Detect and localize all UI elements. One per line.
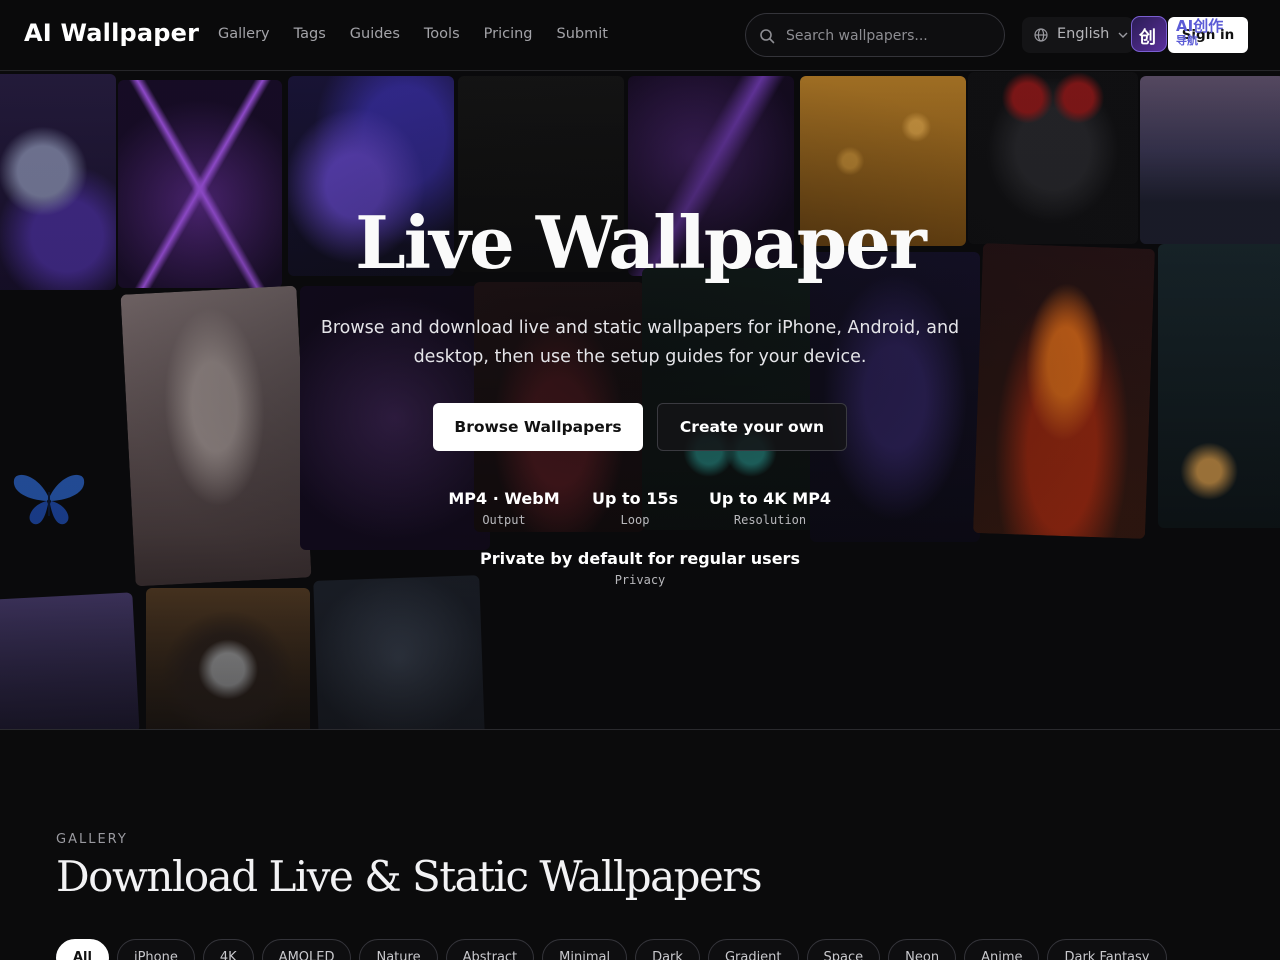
browse-wallpapers-button[interactable]: Browse Wallpapers [433, 403, 643, 451]
gallery-title: Download Live & Static Wallpapers [56, 852, 763, 901]
filter-chips: All iPhone 4K AMOLED Nature Abstract Min… [56, 939, 1167, 960]
filter-chip-abstract[interactable]: Abstract [445, 939, 535, 960]
stat-label: Resolution [733, 513, 807, 527]
filter-chip-neon[interactable]: Neon [888, 939, 957, 960]
stat-resolution: Up to 4K MP4 Resolution [700, 489, 840, 527]
filter-chip-space[interactable]: Space [806, 939, 881, 960]
watermark-icon-text: 创 [1139, 28, 1156, 48]
hero-subtitle: Browse and download live and static wall… [320, 318, 960, 367]
stat-label: Privacy [614, 573, 666, 587]
watermark-logo-icon: 创 [1131, 16, 1167, 52]
filter-chip-dark-fantasy[interactable]: Dark Fantasy [1047, 939, 1167, 960]
search-icon [760, 29, 775, 44]
filter-chip-all[interactable]: All [56, 939, 109, 960]
nav-link-tools[interactable]: Tools [424, 26, 460, 42]
filter-chip-anime[interactable]: Anime [964, 939, 1040, 960]
nav-links: Gallery Tags Guides Tools Pricing Submit [218, 26, 608, 42]
create-your-own-button[interactable]: Create your own [657, 403, 847, 451]
hero-section: Live Wallpaper Browse and download live … [0, 72, 1280, 730]
stat-privacy: Private by default for regular users Pri… [440, 549, 840, 587]
top-navbar: AI Wallpaper Gallery Tags Guides Tools P… [0, 0, 1280, 71]
search-box [745, 13, 1005, 57]
filter-chip-minimal[interactable]: Minimal [542, 939, 628, 960]
gallery-eyebrow: GALLERY [56, 832, 128, 847]
nav-link-pricing[interactable]: Pricing [484, 26, 533, 42]
hero-title: Live Wallpaper [355, 200, 927, 285]
language-selector[interactable]: English [1022, 17, 1134, 53]
language-label: English [1057, 26, 1110, 42]
stat-label: Loop [620, 513, 650, 527]
filter-chip-nature[interactable]: Nature [359, 939, 438, 960]
stat-output: MP4 · WebM Output [434, 489, 574, 527]
chevron-down-icon [1118, 32, 1128, 38]
hero-overlay [0, 72, 1280, 729]
globe-icon [1034, 28, 1048, 42]
filter-chip-dark[interactable]: Dark [635, 939, 700, 960]
search-input[interactable] [786, 24, 986, 48]
nav-link-tags[interactable]: Tags [294, 26, 326, 42]
watermark-text: AI创作 导航 [1176, 18, 1223, 47]
site-logo[interactable]: AI Wallpaper [24, 19, 199, 47]
nav-link-submit[interactable]: Submit [557, 26, 608, 42]
stat-value: Private by default for regular users [480, 549, 800, 568]
filter-chip-4k[interactable]: 4K [202, 939, 254, 960]
nav-link-guides[interactable]: Guides [350, 26, 400, 42]
stat-value: MP4 · WebM [448, 489, 560, 508]
nav-link-gallery[interactable]: Gallery [218, 26, 270, 42]
filter-chip-amoled[interactable]: AMOLED [261, 939, 352, 960]
filter-chip-gradient[interactable]: Gradient [707, 939, 799, 960]
watermark-line1: AI创作 [1176, 17, 1224, 35]
stat-value: Up to 15s [591, 489, 678, 508]
stat-loop: Up to 15s Loop [580, 489, 690, 527]
watermark-line2: 导航 [1176, 34, 1198, 47]
stat-value: Up to 4K MP4 [708, 489, 832, 508]
stat-label: Output [482, 513, 526, 527]
filter-chip-iphone[interactable]: iPhone [116, 939, 195, 960]
